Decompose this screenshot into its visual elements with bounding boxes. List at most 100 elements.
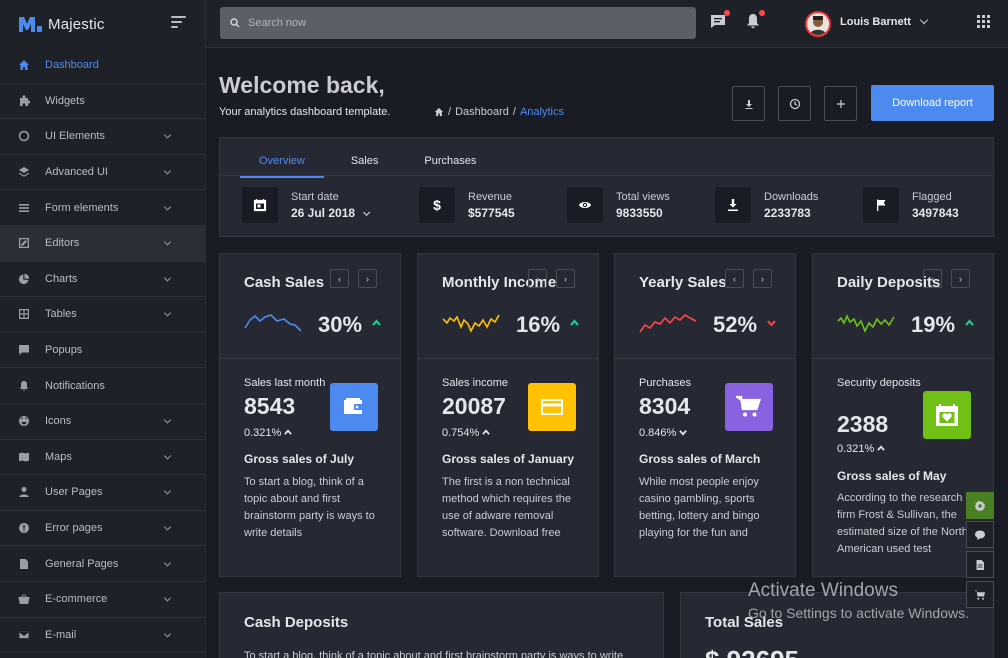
table-icon	[18, 308, 30, 320]
stat-start-date: Start date 26 Jul 2018	[242, 187, 371, 223]
sidebar-item-dashboard[interactable]: Dashboard	[0, 48, 205, 84]
card-heading: Gross sales of March	[639, 452, 761, 466]
tab-overview[interactable]: Overview	[240, 149, 324, 178]
stat-label: Revenue	[468, 190, 513, 203]
sidebar-item-form-elements[interactable]: Form elements	[0, 190, 205, 226]
prev-button[interactable]: ‹	[923, 269, 942, 288]
home-icon[interactable]	[434, 107, 444, 117]
percent-value: 52%	[713, 312, 758, 337]
percent-value: 30%	[318, 312, 363, 337]
documentation-button[interactable]	[966, 551, 994, 578]
chevron-down-icon	[163, 203, 172, 211]
prev-button[interactable]: ‹	[725, 269, 744, 288]
card-text: According to the research firm Frost & S…	[837, 492, 968, 555]
stat-value: 2233783	[764, 205, 811, 220]
circle-icon	[18, 130, 30, 142]
download-icon-button[interactable]	[732, 86, 765, 121]
metric-value: 8304	[639, 393, 691, 419]
sparkline	[837, 314, 895, 333]
trend-down-icon	[767, 320, 776, 327]
sidebar-toggle-icon[interactable]	[171, 16, 186, 28]
shop-button[interactable]	[966, 581, 994, 608]
cart-icon	[974, 590, 985, 600]
card-text: To start a blog, think of a topic about …	[244, 476, 375, 539]
chevron-down-icon	[163, 416, 172, 424]
chevron-down-icon	[163, 167, 172, 175]
stat-label: Downloads	[764, 190, 819, 203]
stat-total-views: Total views 9833550	[567, 187, 670, 223]
chevron-down-icon	[163, 274, 172, 282]
sidebar-item-e-commerce[interactable]: E-commerce	[0, 582, 205, 618]
sidebar-item-e-mail[interactable]: E-mail	[0, 618, 205, 654]
user-icon	[18, 486, 30, 498]
sidebar-item-label: Icons	[45, 415, 72, 428]
chevron-left-icon: ‹	[931, 273, 934, 284]
sidebar-item-ui-elements[interactable]: UI Elements	[0, 119, 205, 155]
search-icon	[230, 18, 240, 28]
search-input[interactable]	[248, 17, 668, 29]
sidebar-item-notifications[interactable]: Notifications	[0, 368, 205, 404]
card-title: Yearly Sales	[639, 274, 727, 291]
sidebar-item-label: E-mail	[45, 628, 77, 641]
card-heading: Gross sales of January	[442, 452, 575, 466]
sidebar-item-label: Tables	[45, 308, 77, 321]
metric-value: 20087	[442, 393, 506, 419]
sidebar-item-widgets[interactable]: Widgets	[0, 84, 205, 120]
flag-icon	[863, 187, 899, 223]
card-title: Cash Deposits	[244, 614, 349, 631]
sidebar-item-charts[interactable]: Charts	[0, 262, 205, 298]
chat-button[interactable]	[966, 521, 994, 548]
messages-icon[interactable]	[709, 10, 730, 30]
sidebar-item-maps[interactable]: Maps	[0, 440, 205, 476]
settings-gear-button[interactable]	[966, 492, 994, 519]
next-button[interactable]: ›	[358, 269, 377, 288]
chevron-down-icon[interactable]	[919, 15, 929, 25]
next-button[interactable]: ›	[753, 269, 772, 288]
search-bar[interactable]	[220, 7, 696, 39]
sidebar-item-popups[interactable]: Popups	[0, 333, 205, 369]
activation-watermark-title: Activate Windows	[748, 580, 898, 601]
start-date-dropdown[interactable]: 26 Jul 2018	[291, 206, 371, 220]
avatar[interactable]	[805, 11, 831, 37]
activation-watermark-subtitle: Go to Settings to activate Windows.	[748, 605, 969, 621]
username[interactable]: Louis Barnett	[840, 16, 911, 28]
download-report-button[interactable]: Download report	[871, 85, 994, 121]
breadcrumb-item[interactable]: Dashboard	[455, 106, 509, 118]
chevron-left-icon: ‹	[536, 273, 539, 284]
overview-tabs: Overview Sales Purchases	[240, 149, 503, 178]
prev-button[interactable]: ‹	[330, 269, 349, 288]
prev-button[interactable]: ‹	[528, 269, 547, 288]
chevron-up-icon	[482, 429, 491, 435]
next-button[interactable]: ›	[951, 269, 970, 288]
smiley-icon	[18, 415, 30, 427]
sidebar-item-label: Form elements	[45, 201, 119, 214]
sidebar-item-label: Notifications	[45, 379, 105, 392]
sidebar-item-user-pages[interactable]: User Pages	[0, 475, 205, 511]
sidebar-item-icons[interactable]: Icons	[0, 404, 205, 440]
document-icon	[976, 559, 984, 570]
next-button[interactable]: ›	[556, 269, 575, 288]
layers-icon	[18, 166, 30, 178]
puzzle-icon	[18, 95, 30, 107]
sidebar-item-tables[interactable]: Tables	[0, 297, 205, 333]
sidebar-item-editors[interactable]: Editors	[0, 225, 205, 262]
growth-value: 0.846%	[639, 427, 677, 439]
notifications-bell-icon[interactable]	[744, 10, 765, 30]
tab-purchases[interactable]: Purchases	[405, 149, 495, 178]
page-subtitle: Your analytics dashboard template.	[219, 106, 391, 118]
sidebar-item-general-pages[interactable]: General Pages	[0, 546, 205, 582]
download-icon	[715, 187, 751, 223]
chevron-right-icon: ›	[959, 273, 962, 284]
sidebar-item-error-pages[interactable]: Error pages	[0, 511, 205, 547]
wallet-icon	[330, 383, 378, 431]
sidebar-item-label: General Pages	[45, 557, 119, 570]
chat-icon	[975, 530, 985, 540]
sparkline	[442, 314, 500, 333]
history-button[interactable]	[778, 86, 811, 121]
pie-chart-icon	[18, 273, 30, 285]
add-button[interactable]	[824, 86, 857, 121]
apps-grid-icon[interactable]	[977, 15, 990, 28]
tab-sales[interactable]: Sales	[332, 149, 398, 178]
download-icon	[745, 99, 752, 109]
sidebar-item-advanced-ui[interactable]: Advanced UI	[0, 155, 205, 191]
